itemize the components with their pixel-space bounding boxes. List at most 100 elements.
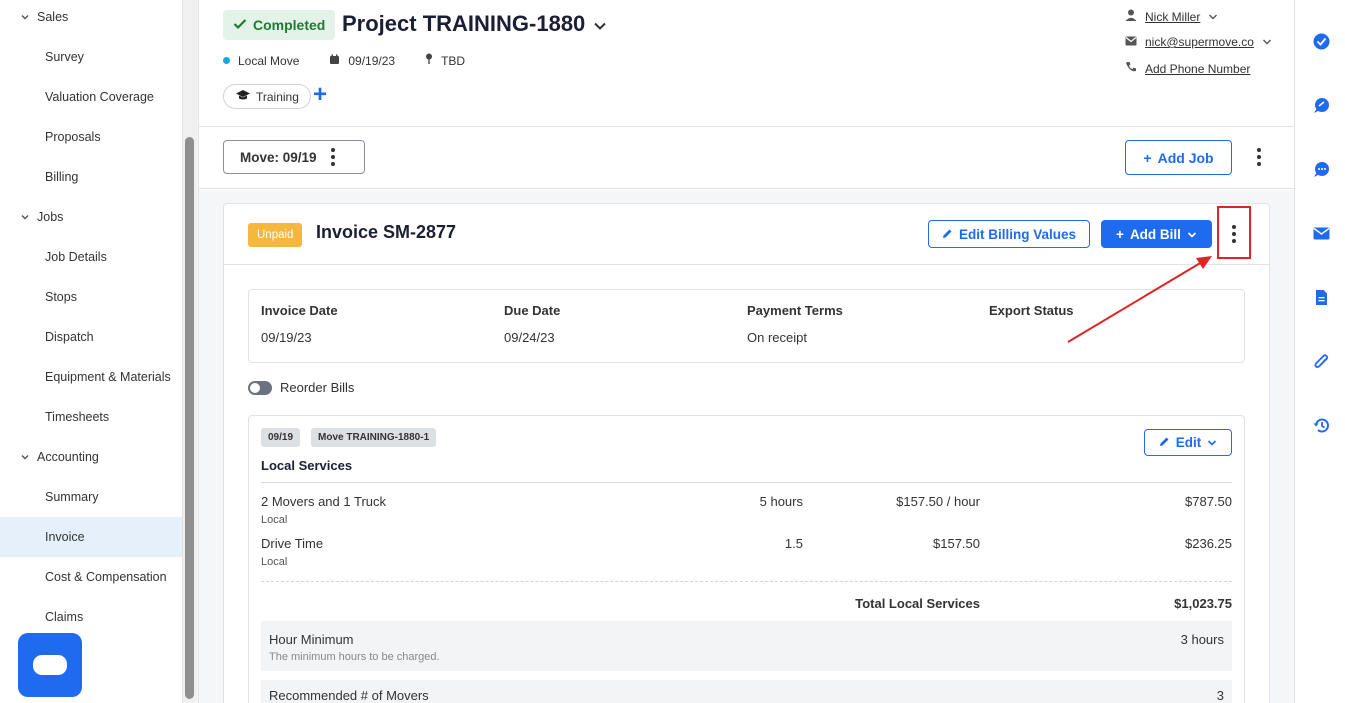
- sidebar-item-proposals[interactable]: Proposals: [0, 117, 182, 157]
- add-job-button[interactable]: + Add Job: [1125, 140, 1232, 175]
- add-tag-button[interactable]: +: [313, 83, 331, 107]
- contact-name-link[interactable]: Nick Miller: [1145, 10, 1200, 24]
- contact-name[interactable]: Nick Miller: [1125, 9, 1218, 24]
- chat-icon: [33, 655, 67, 675]
- sidebar-item-cost-compensation[interactable]: Cost & Compensation: [0, 557, 182, 597]
- bill-job-badge: Move TRAINING-1880-1: [311, 428, 437, 447]
- edit-billing-values-button[interactable]: Edit Billing Values: [928, 220, 1090, 248]
- reorder-bills-control: Reorder Bills: [248, 380, 354, 395]
- chevron-down-icon: [593, 11, 607, 37]
- move-selector-label: Move: 09/19: [240, 149, 317, 165]
- edit-bill-button[interactable]: Edit: [1144, 429, 1232, 456]
- recommended-movers-label: Recommended # of Movers: [269, 688, 429, 703]
- chevron-down-icon[interactable]: [1208, 10, 1218, 24]
- recommended-movers-row: Recommended # of Movers 3: [261, 680, 1232, 703]
- app-root: Sales Survey Valuation Coverage Proposal…: [0, 0, 1345, 703]
- check-circle-icon[interactable]: [1312, 32, 1330, 50]
- project-title-text: Project TRAINING-1880: [342, 11, 586, 36]
- line-item-name: Drive Time: [261, 536, 324, 551]
- due-date-value: 09/24/23: [504, 330, 555, 345]
- project-header: Completed Project TRAINING-1880 Local Mo…: [199, 0, 1294, 127]
- due-date-label: Due Date: [504, 303, 561, 318]
- invoice-content: Unpaid Invoice SM-2877 Edit Billing Valu…: [199, 190, 1294, 703]
- sidebar-group-sales[interactable]: Sales: [0, 0, 182, 37]
- payment-terms-label: Payment Terms: [747, 303, 843, 318]
- bill-date-badge: 09/19: [261, 428, 301, 447]
- reorder-bills-toggle[interactable]: [248, 380, 272, 395]
- chevron-down-icon: [1207, 435, 1217, 450]
- move-bar: Move: 09/19 + Add Job: [199, 127, 1294, 189]
- add-phone-link[interactable]: Add Phone Number: [1145, 62, 1250, 76]
- contact-email[interactable]: nick@supermove.co: [1125, 35, 1272, 49]
- sidebar-item-claims[interactable]: Claims: [0, 597, 182, 637]
- total-divider: [261, 581, 1232, 582]
- sidebar-group-accounting[interactable]: Accounting: [0, 437, 182, 477]
- section-divider: [261, 482, 1232, 483]
- tag-training[interactable]: Training: [223, 84, 311, 109]
- document-icon[interactable]: [1312, 288, 1330, 306]
- line-item-name: 2 Movers and 1 Truck: [261, 494, 386, 509]
- history-icon[interactable]: [1312, 416, 1330, 434]
- sms-icon[interactable]: [1312, 160, 1330, 178]
- more-vertical-icon: [330, 148, 335, 166]
- line-item-qty: 1.5: [784, 536, 803, 551]
- plus-icon: +: [1143, 149, 1152, 166]
- sidebar-item-invoice[interactable]: Invoice: [0, 517, 182, 557]
- hour-minimum-value: 3 hours: [1180, 632, 1224, 647]
- invoice-title: Invoice SM-2877: [316, 222, 457, 242]
- project-meta: Local Move 09/19/23 TBD: [223, 53, 495, 68]
- invoice-info-box: Invoice Date 09/19/23 Due Date 09/24/23 …: [248, 289, 1245, 363]
- sidebar-scrollbar-thumb[interactable]: [185, 137, 194, 699]
- line-item-amount: $236.25: [1185, 536, 1232, 551]
- move-more-menu-button[interactable]: [1255, 147, 1263, 167]
- sidebar-item-survey[interactable]: Survey: [0, 37, 182, 77]
- status-badge: Completed: [223, 10, 336, 40]
- chat-launcher-button[interactable]: [18, 633, 82, 697]
- pencil-icon: [942, 227, 953, 242]
- chevron-down-icon[interactable]: [1262, 35, 1272, 49]
- due-date-field: Due Date 09/24/23: [504, 303, 560, 345]
- sidebar-item-job-details[interactable]: Job Details: [0, 237, 182, 277]
- person-icon: [1125, 9, 1137, 24]
- graduation-cap-icon: [235, 89, 251, 104]
- contact-email-link[interactable]: nick@supermove.co: [1145, 35, 1254, 49]
- chevron-down-icon: [19, 211, 31, 223]
- invoice-card: Unpaid Invoice SM-2877 Edit Billing Valu…: [223, 203, 1270, 703]
- right-rail: [1294, 0, 1345, 703]
- sidebar-group-label: Sales: [37, 10, 69, 24]
- contact-phone[interactable]: Add Phone Number: [1125, 61, 1250, 76]
- map-pin-icon: [425, 53, 433, 68]
- mail-icon[interactable]: [1312, 224, 1330, 242]
- annotation-highlight-box: [1217, 206, 1251, 259]
- add-bill-label: Add Bill: [1129, 226, 1181, 242]
- line-item-qty: 5 hours: [759, 494, 803, 509]
- move-type-dot-icon: [223, 57, 230, 64]
- sidebar-group-jobs[interactable]: Jobs: [0, 197, 182, 237]
- bill-section-title: Local Services: [261, 458, 353, 473]
- sidebar-item-valuation-coverage[interactable]: Valuation Coverage: [0, 77, 182, 117]
- paperclip-icon[interactable]: [1312, 352, 1330, 370]
- invoice-date-value: 09/19/23: [261, 330, 312, 345]
- project-title[interactable]: Project TRAINING-1880: [342, 11, 607, 37]
- add-bill-button[interactable]: + Add Bill: [1101, 220, 1212, 248]
- sidebar-item-equipment-materials[interactable]: Equipment & Materials: [0, 357, 182, 397]
- hour-minimum-row: Hour Minimum The minimum hours to be cha…: [261, 621, 1232, 671]
- line-item-rate: $157.50: [933, 536, 980, 551]
- line-item: Drive Time Local 1.5 $157.50 $236.25: [261, 536, 1232, 576]
- chat-bubble-icon[interactable]: [1312, 96, 1330, 114]
- recommended-movers-value: 3: [1216, 688, 1224, 703]
- checkmark-icon: [233, 17, 247, 33]
- move-type-label: Local Move: [238, 53, 300, 68]
- export-status-label: Export Status: [989, 303, 1074, 318]
- sidebar-item-dispatch[interactable]: Dispatch: [0, 317, 182, 357]
- sidebar-item-timesheets[interactable]: Timesheets: [0, 397, 182, 437]
- sidebar-item-stops[interactable]: Stops: [0, 277, 182, 317]
- pencil-icon: [1159, 435, 1170, 450]
- move-type: Local Move: [223, 54, 299, 68]
- move-selector-button[interactable]: Move: 09/19: [223, 140, 365, 174]
- hour-minimum-desc: The minimum hours to be charged.: [269, 651, 440, 663]
- line-item-sub: Local: [261, 556, 288, 568]
- sidebar-item-summary[interactable]: Summary: [0, 477, 182, 517]
- sidebar-item-billing[interactable]: Billing: [0, 157, 182, 197]
- move-date: 09/19/23: [329, 54, 395, 68]
